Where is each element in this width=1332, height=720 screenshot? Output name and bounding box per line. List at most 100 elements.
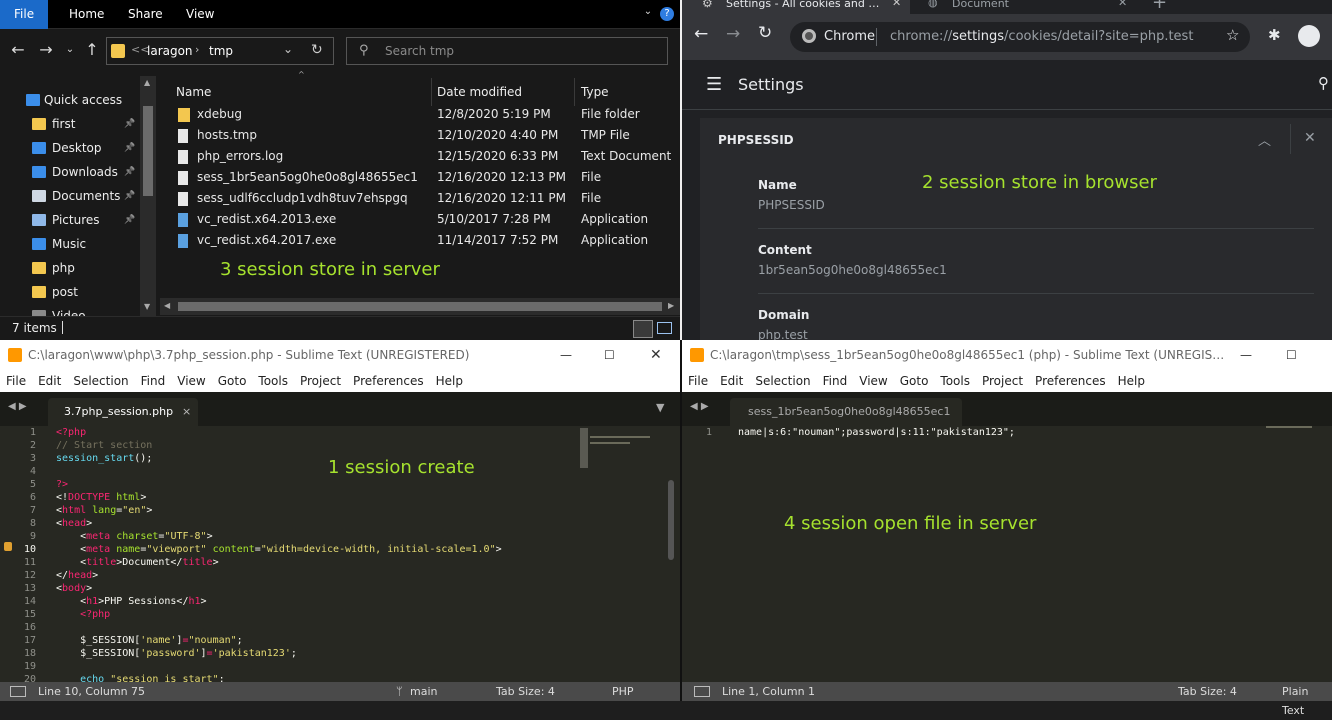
ribbon-file-tab[interactable]: File: [0, 0, 49, 29]
back-arrow-icon[interactable]: ←: [694, 24, 708, 44]
reload-icon[interactable]: ↻: [758, 23, 772, 43]
omnibox[interactable]: Chrome chrome://settings/cookies/detail?…: [790, 22, 1250, 52]
address-dropdown-icon[interactable]: ⌄: [283, 42, 293, 56]
nav-item-pictures[interactable]: Pictures 📌: [0, 208, 140, 232]
delete-cookie-icon[interactable]: ✕: [1304, 130, 1316, 146]
minimize-icon[interactable]: —: [1240, 340, 1252, 370]
forward-arrow-icon[interactable]: →: [726, 24, 740, 44]
details-view-icon[interactable]: [633, 320, 653, 338]
minimize-icon[interactable]: —: [560, 340, 572, 370]
maximize-icon[interactable]: ☐: [1286, 340, 1297, 370]
file-row[interactable]: sess_udlf6ccludp1vdh8tuv7ehspgq 12/16/202…: [160, 188, 680, 209]
profile-avatar-icon[interactable]: [1298, 25, 1320, 47]
tab-nav-arrows-icon[interactable]: ◀ ▶: [690, 401, 709, 412]
menu-item[interactable]: Preferences: [353, 374, 424, 388]
menu-item[interactable]: Project: [982, 374, 1023, 388]
menu-item[interactable]: File: [6, 374, 26, 388]
file-row[interactable]: sess_1br5ean5og0he0o8gl48655ec1 12/16/202…: [160, 167, 680, 188]
tab-dropdown-icon[interactable]: ▼: [656, 401, 664, 414]
menu-item[interactable]: Find: [823, 374, 848, 388]
panel-toggle-icon[interactable]: [694, 686, 710, 697]
git-branch[interactable]: main: [410, 682, 437, 701]
code-editor[interactable]: 1 name|s:6:"nouman";password|s:11:"pakis…: [682, 426, 1332, 682]
forward-arrow-icon[interactable]: →: [36, 38, 56, 62]
tab-settings[interactable]: ⚙ Settings - All cookies and site ✕: [682, 0, 910, 14]
nav-item-documents[interactable]: Documents 📌: [0, 184, 140, 208]
minimap[interactable]: [1266, 426, 1312, 428]
scroll-left-icon[interactable]: ◀: [164, 301, 170, 310]
menu-item[interactable]: Preferences: [1035, 374, 1106, 388]
syntax[interactable]: Plain Text: [1282, 682, 1332, 720]
menu-item[interactable]: Selection: [755, 374, 810, 388]
menu-item[interactable]: Help: [1118, 374, 1145, 388]
nav-item-downloads[interactable]: Downloads 📌: [0, 160, 140, 184]
nav-pane-scrollbar[interactable]: ▲ ▼: [140, 76, 156, 316]
nav-item-first[interactable]: first 📌: [0, 112, 140, 136]
nav-item-quick-access[interactable]: Quick access: [0, 88, 140, 112]
menu-item[interactable]: View: [177, 374, 205, 388]
menu-item[interactable]: Tools: [940, 374, 970, 388]
back-arrow-icon[interactable]: ←: [8, 38, 28, 62]
tab-3-7php-session[interactable]: 3.7php_session.php ×: [48, 398, 198, 426]
file-row[interactable]: hosts.tmp 12/10/2020 4:40 PM TMP File: [160, 125, 680, 146]
menu-item[interactable]: Edit: [38, 374, 61, 388]
search-icon[interactable]: ⚲: [1318, 74, 1329, 92]
close-icon[interactable]: ✕: [892, 0, 901, 9]
menu-item[interactable]: Project: [300, 374, 341, 388]
recent-locations-icon[interactable]: ⌄: [60, 38, 80, 62]
tab-nav-arrows-icon[interactable]: ◀ ▶: [8, 401, 27, 412]
maximize-icon[interactable]: ☐: [604, 340, 615, 370]
chevron-up-icon[interactable]: ︿: [1258, 130, 1271, 149]
ribbon-share-tab[interactable]: Share: [114, 0, 177, 29]
column-header-date[interactable]: Date modified: [437, 78, 575, 106]
ribbon-collapse-icon[interactable]: ⌄: [640, 6, 656, 22]
bookmark-star-icon[interactable]: ☆: [1226, 26, 1239, 44]
ribbon-view-tab[interactable]: View: [172, 0, 228, 29]
menu-item[interactable]: Selection: [73, 374, 128, 388]
file-row[interactable]: vc_redist.x64.2017.exe 11/14/2017 7:52 PM…: [160, 230, 680, 251]
nav-item-php[interactable]: php: [0, 256, 140, 280]
column-header-name[interactable]: Name: [176, 78, 432, 106]
tab-session-file[interactable]: sess_1br5ean5og0he0o8gl48655ec1: [730, 398, 962, 426]
tab-size[interactable]: Tab Size: 4: [496, 682, 555, 701]
editor-scrollbar[interactable]: [668, 480, 674, 560]
hscroll-thumb[interactable]: [178, 302, 662, 311]
close-icon[interactable]: ✕: [1118, 0, 1127, 9]
tab-document[interactable]: ◍ Document ✕: [910, 0, 1138, 14]
menu-item[interactable]: Find: [141, 374, 166, 388]
column-header-type[interactable]: Type: [581, 78, 680, 106]
file-list-hscrollbar[interactable]: ◀ ▶: [160, 298, 680, 315]
large-icons-view-icon[interactable]: [657, 322, 672, 334]
menu-item[interactable]: Help: [436, 374, 463, 388]
syntax[interactable]: PHP: [612, 682, 634, 701]
up-arrow-icon[interactable]: ↑: [82, 38, 102, 62]
ribbon-home-tab[interactable]: Home: [55, 0, 118, 29]
breadcrumb-laragon[interactable]: laragon: [147, 44, 193, 58]
scroll-down-icon[interactable]: ▼: [144, 302, 150, 311]
menu-item[interactable]: Edit: [720, 374, 743, 388]
nav-item-music[interactable]: Music: [0, 232, 140, 256]
new-tab-icon[interactable]: +: [1152, 0, 1167, 13]
menu-item[interactable]: Goto: [218, 374, 247, 388]
search-box[interactable]: ⚲ Search tmp: [346, 37, 668, 65]
scroll-right-icon[interactable]: ▶: [668, 301, 674, 310]
extensions-icon[interactable]: ✱: [1268, 26, 1281, 44]
menu-item[interactable]: Tools: [258, 374, 288, 388]
refresh-icon[interactable]: ↻: [311, 42, 323, 58]
scroll-thumb[interactable]: [143, 106, 153, 196]
menu-item[interactable]: View: [859, 374, 887, 388]
close-icon[interactable]: ×: [182, 405, 191, 418]
nav-item-desktop[interactable]: Desktop 📌: [0, 136, 140, 160]
nav-item-post[interactable]: post: [0, 280, 140, 304]
menu-item[interactable]: Goto: [900, 374, 929, 388]
minimap[interactable]: [580, 428, 670, 488]
file-row[interactable]: vc_redist.x64.2013.exe 5/10/2017 7:28 PM A…: [160, 209, 680, 230]
file-row[interactable]: xdebug 12/8/2020 5:19 PM File folder: [160, 104, 680, 125]
address-bar[interactable]: << laragon › tmp ⌄ ↻: [106, 37, 334, 65]
menu-item[interactable]: File: [688, 374, 708, 388]
help-icon[interactable]: ?: [660, 7, 674, 21]
file-row[interactable]: php_errors.log 12/15/2020 6:33 PM Text Doc…: [160, 146, 680, 167]
close-icon[interactable]: ✕: [650, 340, 662, 370]
breadcrumb-tmp[interactable]: tmp: [209, 44, 233, 58]
tab-size[interactable]: Tab Size: 4: [1178, 682, 1237, 701]
